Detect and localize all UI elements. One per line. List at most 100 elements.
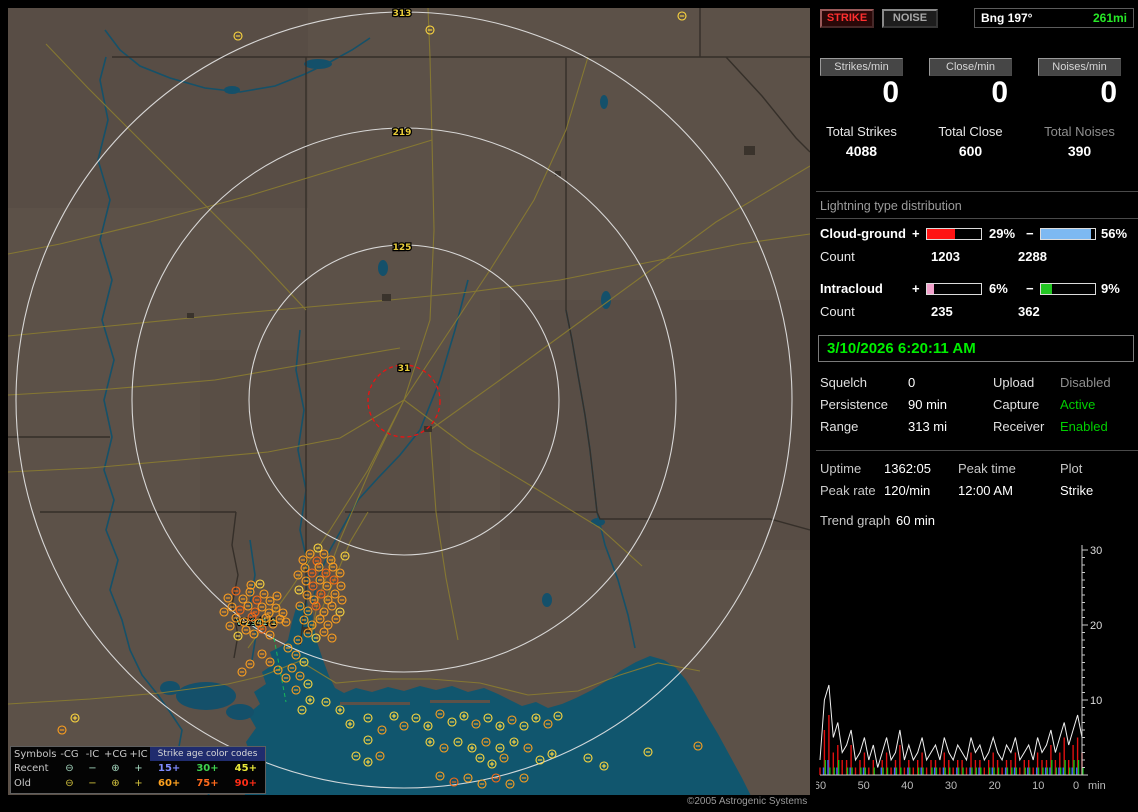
ic-plus-percent: 6% <box>984 281 1026 296</box>
peak-time-value: 12:00 AM <box>958 483 1060 498</box>
svg-text:30: 30 <box>1090 545 1102 557</box>
neg-ic-symbol-icon: − <box>81 778 104 789</box>
intracloud-label: Intracloud <box>820 281 912 296</box>
noises-per-min-button[interactable]: Noises/min <box>1038 58 1121 76</box>
peak-time-label: Peak time <box>958 461 1060 476</box>
legend-symbols-header: Symbols <box>11 749 58 760</box>
upload-status: Disabled <box>1060 375 1134 390</box>
intracloud-count-row: Count 235 362 <box>816 304 1138 319</box>
neg-ic-symbol-icon: − <box>81 763 104 774</box>
age-90: 90+ <box>227 778 265 789</box>
total-strikes-value: 4088 <box>820 143 903 159</box>
pos-ic-symbol-icon: + <box>127 763 150 774</box>
stats-grid: Uptime 1362:05 Peak time Plot Peak rate … <box>816 461 1138 498</box>
rate-buttons-row: Strikes/min Close/min Noises/min 0 0 0 <box>820 58 1122 110</box>
total-noises-value: 390 <box>1038 143 1121 159</box>
age-45: 45+ <box>227 763 265 774</box>
squelch-label: Squelch <box>820 375 908 390</box>
svg-text:10: 10 <box>1090 695 1102 707</box>
uptime-label: Uptime <box>820 461 884 476</box>
strikes-per-min-value: 0 <box>820 76 903 110</box>
trend-graph-label: Trend graph <box>820 513 888 528</box>
status-grid: Squelch 0 Upload Disabled Persistence 90… <box>816 375 1138 434</box>
bearing-distance: 261mi <box>1093 11 1127 25</box>
age-75: 75+ <box>188 778 226 789</box>
barrier-island <box>340 702 410 705</box>
trend-graph: 1020306050403020100min <box>816 533 1138 795</box>
cg-plus-bar <box>926 228 982 240</box>
ring-label-125: 125 <box>393 243 412 253</box>
cg-plus-count: 1203 <box>931 249 999 264</box>
ic-minus-count: 362 <box>1018 304 1040 319</box>
divider <box>816 191 1138 192</box>
total-close-label: Total Close <box>929 124 1012 139</box>
receiver-label: Receiver <box>993 419 1060 434</box>
indicator-row: STRIKE NOISE Bng 197° 261mi <box>820 8 1134 28</box>
minus-sign: − <box>1026 226 1040 241</box>
ic-minus-percent: 9% <box>1096 281 1134 296</box>
cg-minus-count: 2288 <box>1018 249 1047 264</box>
persistence-label: Persistence <box>820 397 908 412</box>
plus-sign: + <box>912 281 926 296</box>
neg-cg-symbol-icon: ⊖ <box>58 778 81 789</box>
svg-text:0: 0 <box>1073 780 1079 792</box>
map-canvas[interactable]: 313 219 125 31 V-2941-1 <box>8 8 810 795</box>
ring-label-31: 31 <box>398 364 411 374</box>
ring-label-219: 219 <box>393 128 412 138</box>
peak-rate-value: 120/min <box>884 483 958 498</box>
noises-per-min-value: 0 <box>1038 76 1121 110</box>
barrier-island <box>430 700 490 703</box>
peak-rate-label: Peak rate <box>820 483 884 498</box>
age-30: 30+ <box>188 763 226 774</box>
legend-col-neg-cg: -CG <box>58 749 81 760</box>
noise-indicator-button[interactable]: NOISE <box>882 9 938 28</box>
cloud-ground-label: Cloud-ground <box>820 226 912 241</box>
svg-text:20: 20 <box>989 780 1001 792</box>
bearing-readout: Bng 197° 261mi <box>974 8 1134 28</box>
close-per-min-button[interactable]: Close/min <box>929 58 1012 76</box>
svg-text:10: 10 <box>1032 780 1044 792</box>
pos-cg-symbol-icon: ⊕ <box>104 778 127 789</box>
legend-col-pos-cg: +CG <box>104 749 127 760</box>
close-per-min-value: 0 <box>929 76 1012 110</box>
copyright-text: ©2005 Astrogenic Systems <box>687 796 807 807</box>
svg-text:50: 50 <box>858 780 870 792</box>
neg-cg-symbol-icon: ⊖ <box>58 763 81 774</box>
bearing-label: Bng 197° <box>981 11 1032 25</box>
divider <box>816 450 1138 451</box>
distribution-title: Lightning type distribution <box>816 195 1138 219</box>
capture-status: Active <box>1060 397 1134 412</box>
svg-text:20: 20 <box>1090 620 1102 632</box>
svg-text:60: 60 <box>816 780 826 792</box>
legend-recent-label: Recent <box>11 763 58 774</box>
strike-indicator-button[interactable]: STRIKE <box>820 9 874 28</box>
strikes-per-min-button[interactable]: Strikes/min <box>820 58 903 76</box>
cloud-ground-row: Cloud-ground + 29% − 56% <box>816 226 1138 241</box>
receiver-status: Enabled <box>1060 419 1134 434</box>
capture-label: Capture <box>993 397 1060 412</box>
total-close-value: 600 <box>929 143 1012 159</box>
lightning-map[interactable]: 313 219 125 31 V-2941-1 <box>8 8 810 795</box>
ic-minus-bar <box>1040 283 1096 295</box>
legend-age-header: Strike age color codes <box>150 747 265 761</box>
age-60: 60+ <box>150 778 188 789</box>
range-value: 313 mi <box>908 419 993 434</box>
svg-text:30: 30 <box>945 780 957 792</box>
trend-graph-duration: 60 min <box>896 513 935 528</box>
ring-label-313: 313 <box>393 9 412 19</box>
ic-plus-bar <box>926 283 982 295</box>
legend-row-recent: Recent ⊖ − ⊕ + 15+ 30+ 45+ <box>11 761 265 776</box>
ic-plus-count: 235 <box>931 304 999 319</box>
cg-plus-percent: 29% <box>984 226 1026 241</box>
map-legend: Symbols -CG -IC +CG +IC Strike age color… <box>10 746 266 794</box>
plus-sign: + <box>912 226 926 241</box>
svg-text:40: 40 <box>901 780 913 792</box>
totals-row: Total Strikes 4088 Total Close 600 Total… <box>820 124 1122 159</box>
count-label: Count <box>820 304 912 319</box>
count-label: Count <box>820 249 912 264</box>
control-panel: STRIKE NOISE Bng 197° 261mi Strikes/min … <box>816 0 1138 812</box>
pos-cg-symbol-icon: ⊕ <box>104 763 127 774</box>
cloud-ground-count-row: Count 1203 2288 <box>816 249 1138 264</box>
age-15: 15+ <box>150 763 188 774</box>
total-strikes-label: Total Strikes <box>820 124 903 139</box>
